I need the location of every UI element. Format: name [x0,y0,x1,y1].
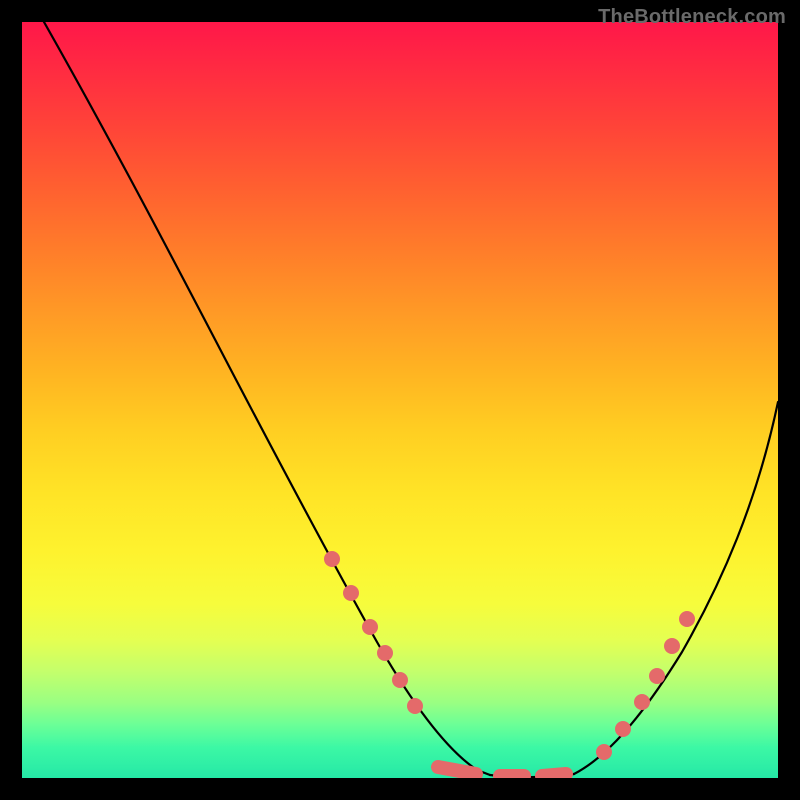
marker-dot [679,611,695,627]
chart-frame [22,22,778,778]
marker-dot [407,698,423,714]
marker-dot [324,551,340,567]
left-marker-cluster [324,551,423,714]
marker-dot [649,668,665,684]
left-curve [44,22,490,775]
marker-dot [377,645,393,661]
right-curve [574,402,778,774]
marker-dot [664,638,680,654]
marker-dot [343,585,359,601]
chart-svg [22,22,778,778]
watermark-text: TheBottleneck.com [598,6,786,29]
marker-dot [362,619,378,635]
marker-dot [596,744,612,760]
marker-segment [542,774,566,776]
marker-dot [392,672,408,688]
right-marker-cluster [596,611,695,760]
plot-area [22,22,778,778]
bottom-marker-run [438,767,566,776]
marker-dot [615,721,631,737]
marker-segment [438,767,476,774]
marker-dot [634,694,650,710]
